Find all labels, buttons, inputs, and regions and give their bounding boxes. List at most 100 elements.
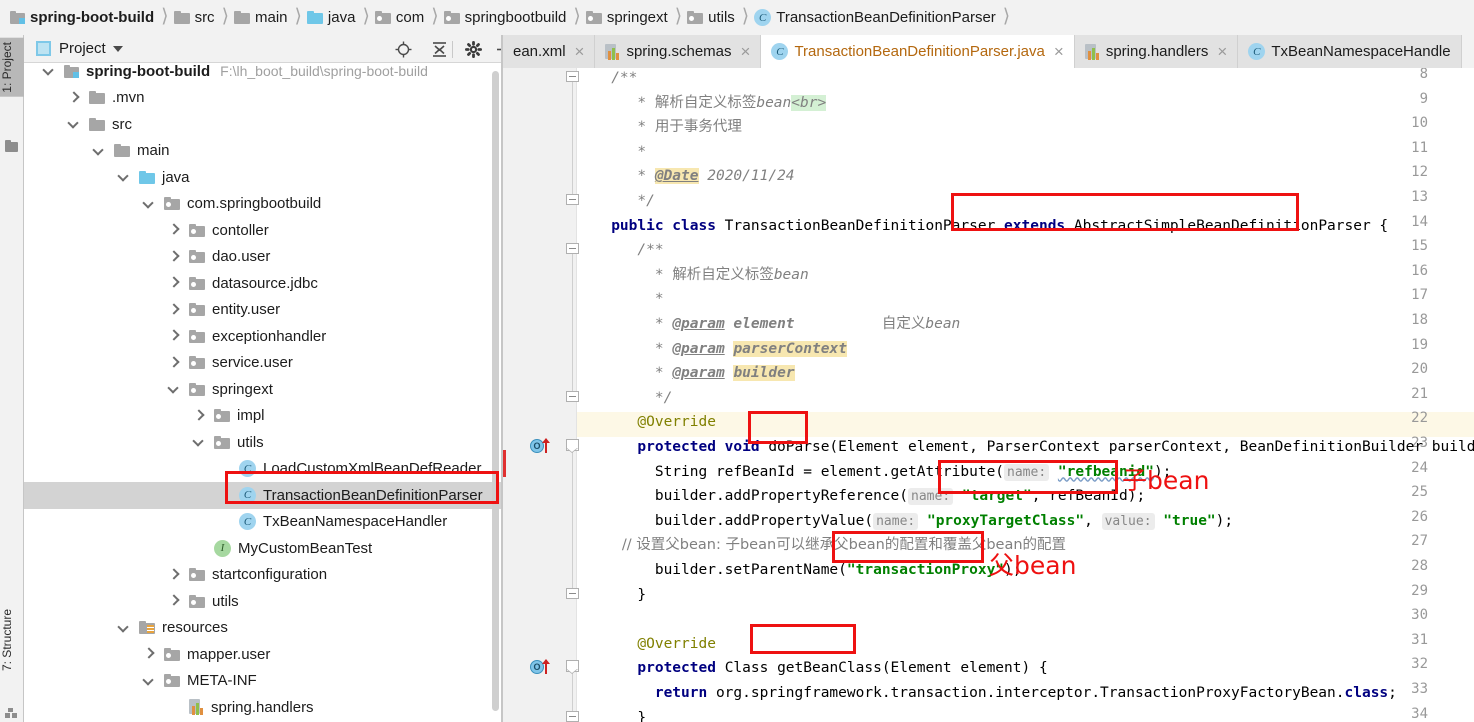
editor-tab[interactable]: ean.xml × (503, 35, 596, 68)
fold-toggle-icon[interactable] (566, 390, 579, 404)
tree-node[interactable]: springext (24, 376, 501, 403)
code-line[interactable]: * (585, 287, 664, 312)
chevron-right-icon[interactable] (167, 223, 181, 237)
tree-node[interactable]: I MyCustomBeanTest (24, 535, 501, 562)
chevron-right-icon[interactable] (142, 647, 156, 661)
chevron-right-icon[interactable] (167, 568, 181, 582)
code-line[interactable]: * 解析自定义标签bean<br> (585, 91, 827, 116)
chevron-right-icon[interactable] (67, 91, 81, 105)
tree-node[interactable]: impl (24, 403, 501, 430)
breadcrumb-item-class[interactable]: C TransactionBeanDefinitionParser (754, 0, 996, 35)
fold-toggle-icon[interactable] (566, 194, 579, 207)
editor-tab[interactable]: C TransactionBeanDefinitionParser.java × (761, 35, 1075, 68)
breadcrumb-item-java[interactable]: java (306, 0, 355, 35)
tree-node[interactable]: resources (24, 615, 501, 642)
chevron-down-icon[interactable] (117, 170, 131, 184)
code-line[interactable]: */ (585, 386, 672, 411)
editor-tab[interactable]: spring.handlers × (1074, 35, 1239, 68)
code-line[interactable]: protected Class getBeanClass(Element ele… (585, 656, 1047, 681)
fold-toggle-icon[interactable] (566, 71, 579, 84)
tree-node[interactable]: exceptionhandler (24, 323, 501, 350)
chevron-right-icon[interactable] (192, 409, 206, 423)
chevron-down-icon[interactable] (42, 64, 56, 78)
tree-node[interactable]: startconfiguration (24, 562, 501, 589)
tree-node[interactable]: META-INF (24, 668, 501, 695)
fold-method-marker[interactable] (566, 660, 579, 675)
code-line[interactable]: * 解析自定义标签bean (585, 263, 809, 288)
close-icon[interactable]: × (575, 43, 585, 60)
tree-node[interactable]: C TransactionBeanDefinitionParser (24, 482, 501, 509)
code-line[interactable]: } (585, 706, 646, 722)
code-line[interactable]: builder.addPropertyReference(name: "targ… (585, 484, 1145, 509)
tree-node[interactable]: mapper.user (24, 641, 501, 668)
code-line[interactable]: builder.addPropertyValue(name: "proxyTar… (585, 509, 1233, 534)
fold-toggle-icon[interactable] (566, 587, 579, 601)
chevron-down-icon[interactable] (117, 621, 131, 635)
code-line[interactable]: * @param builder (585, 361, 795, 386)
chevron-right-icon[interactable] (167, 356, 181, 370)
code-line[interactable]: @Override (585, 632, 716, 657)
tree-node[interactable]: spring-boot-build F:\lh_boot_build\spring… (24, 63, 501, 85)
code-line[interactable]: /** (585, 238, 663, 263)
tree-node[interactable]: contoller (24, 217, 501, 244)
tree-node[interactable]: java (24, 164, 501, 191)
editor-tab[interactable]: spring.schemas × (595, 35, 762, 68)
code-line[interactable]: * @param element 自定义bean (585, 312, 960, 337)
code-line[interactable]: * (585, 140, 646, 165)
chevron-down-icon[interactable] (192, 435, 206, 449)
chevron-down-icon[interactable] (167, 382, 181, 396)
breadcrumb-item-src[interactable]: src (173, 0, 215, 35)
tree-node[interactable]: service.user (24, 350, 501, 377)
code-line[interactable]: String refBeanId = element.getAttribute(… (585, 460, 1171, 485)
project-tree-scrollbar[interactable] (492, 71, 499, 711)
tool-window-tab-structure[interactable]: 7: Structure (0, 605, 24, 675)
tree-node[interactable]: utils (24, 429, 501, 456)
chevron-down-icon[interactable] (142, 197, 156, 211)
tree-node[interactable]: C LoadCustomXmlBeanDefReader (24, 456, 501, 483)
chevron-down-icon[interactable] (112, 45, 123, 52)
tree-node[interactable]: C TxBeanNamespaceHandler (24, 509, 501, 536)
close-icon[interactable]: × (1217, 43, 1227, 60)
code-line[interactable]: protected void doParse(Element element, … (585, 435, 1474, 460)
fold-toggle-icon[interactable] (566, 710, 579, 722)
breadcrumb-item-main[interactable]: main (233, 0, 288, 35)
tree-node[interactable]: src (24, 111, 501, 138)
chevron-down-icon[interactable] (92, 144, 106, 158)
code-line[interactable]: public class TransactionBeanDefinitionPa… (585, 214, 1388, 239)
chevron-right-icon[interactable] (167, 303, 181, 317)
settings-gear-icon[interactable] (462, 39, 484, 59)
locate-icon[interactable] (392, 39, 414, 59)
project-tree[interactable]: spring-boot-build F:\lh_boot_build\spring… (24, 63, 501, 722)
collapse-all-icon[interactable] (428, 39, 450, 59)
close-icon[interactable]: × (741, 43, 751, 60)
tree-node[interactable]: entity.user (24, 297, 501, 324)
fold-method-marker[interactable] (566, 439, 579, 453)
chevron-right-icon[interactable] (167, 250, 181, 264)
chevron-down-icon[interactable] (142, 674, 156, 688)
tree-node[interactable]: datasource.jdbc (24, 270, 501, 297)
chevron-right-icon[interactable] (167, 594, 181, 608)
override-method-icon[interactable]: O (530, 659, 556, 676)
close-icon[interactable]: × (1054, 43, 1064, 60)
chevron-right-icon[interactable] (167, 276, 181, 290)
code-line[interactable]: } (585, 583, 646, 608)
breadcrumb-item-utils[interactable]: utils (687, 0, 735, 35)
tree-node[interactable]: .mvn (24, 85, 501, 112)
tree-node[interactable]: utils (24, 588, 501, 615)
code-line[interactable]: * @param parserContext (585, 337, 847, 362)
code-line[interactable]: * @Date 2020/11/24 (585, 164, 795, 189)
tree-node[interactable]: com.springbootbuild (24, 191, 501, 218)
breadcrumb-item-com[interactable]: com (374, 0, 424, 35)
editor-tab[interactable]: C TxBeanNamespaceHandle (1238, 35, 1462, 68)
chevron-right-icon[interactable] (167, 329, 181, 343)
code-line[interactable]: @Override (585, 410, 716, 435)
breadcrumb-item-module[interactable]: spring-boot-build (10, 0, 154, 35)
chevron-down-icon[interactable] (67, 117, 81, 131)
override-method-icon[interactable]: O (530, 438, 556, 455)
fold-toggle-icon[interactable] (566, 243, 579, 256)
tree-node[interactable]: main (24, 138, 501, 165)
code-editor[interactable]: 8 9 10 11 12 13 14 15 16 17 18 19 20 21 22 23 24 25 26 27 28… (503, 68, 1474, 722)
code-line[interactable]: return org.springframework.transaction.i… (585, 681, 1397, 706)
breadcrumb-item-springbootbuild[interactable]: springbootbuild (443, 0, 566, 35)
tree-node[interactable]: dao.user (24, 244, 501, 271)
